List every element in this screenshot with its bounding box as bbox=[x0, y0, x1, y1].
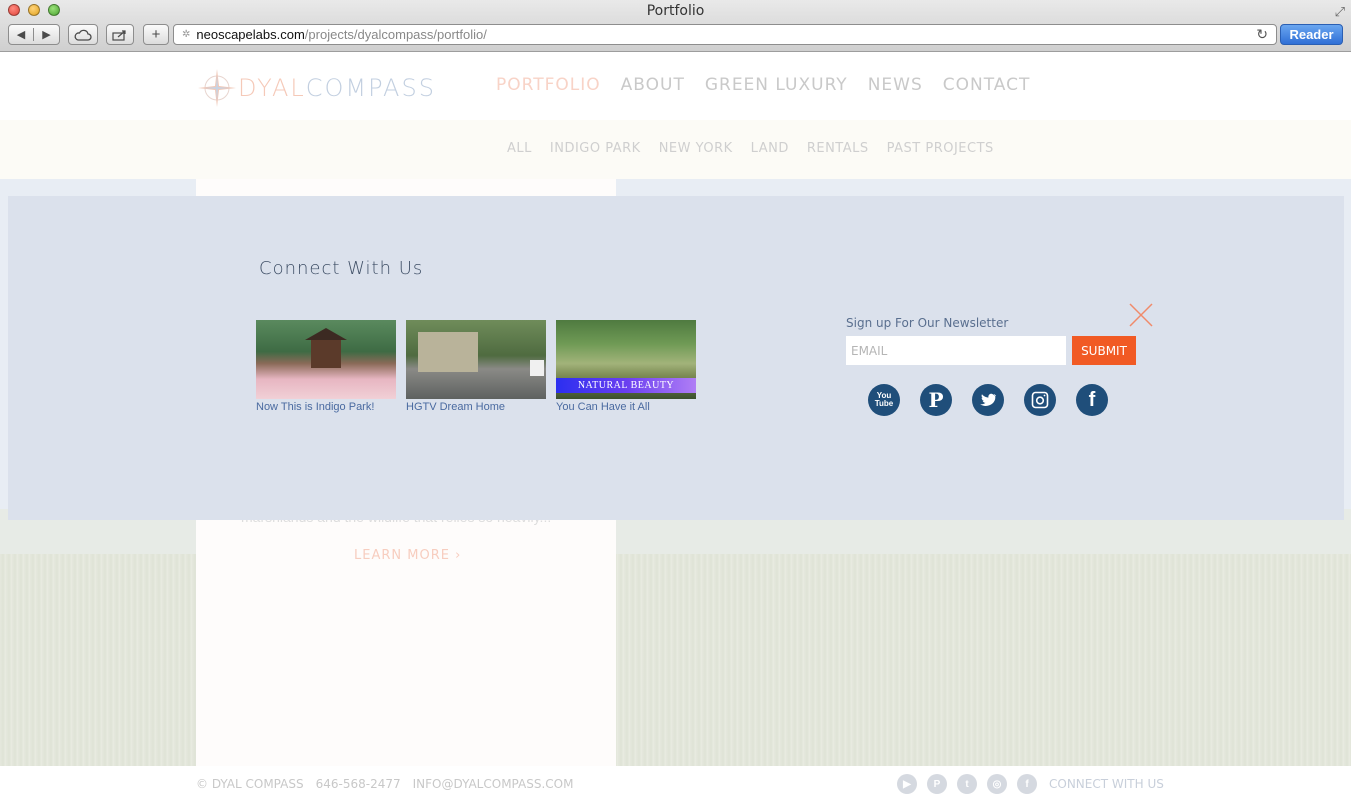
submit-button[interactable]: SUBMIT bbox=[1072, 336, 1136, 365]
share-button[interactable] bbox=[106, 24, 134, 45]
filter-indigo-park[interactable]: INDIGO PARK bbox=[550, 141, 641, 156]
reader-button[interactable]: Reader bbox=[1280, 24, 1343, 45]
url-path: /projects/dyalcompass/portfolio/ bbox=[304, 27, 487, 42]
footer-instagram-icon[interactable]: ◎ bbox=[987, 774, 1007, 794]
video-list: Now This is Indigo Park! HGTV Dream Home… bbox=[256, 320, 696, 413]
video-caption[interactable]: Now This is Indigo Park! bbox=[256, 401, 396, 413]
reload-icon[interactable]: ↻ bbox=[1256, 26, 1268, 43]
nav-news[interactable]: NEWS bbox=[868, 75, 923, 95]
video-thumbnail[interactable]: NATURAL BEAUTY bbox=[556, 320, 696, 399]
url-host: neoscapelabs.com bbox=[196, 27, 305, 42]
filter-rentals[interactable]: RENTALS bbox=[807, 141, 869, 156]
portfolio-filter-bar: ALL INDIGO PARK NEW YORK LAND RENTALS PA… bbox=[0, 120, 1351, 179]
main-nav: PORTFOLIO ABOUT GREEN LUXURY NEWS CONTAC… bbox=[496, 75, 1030, 95]
filter-new-york[interactable]: NEW YORK bbox=[659, 141, 733, 156]
footer-copyright: © DYAL COMPASS bbox=[196, 777, 304, 791]
footer-email[interactable]: INFO@DYALCOMPASS.COM bbox=[413, 777, 574, 791]
logo-text-dyal: DYAL bbox=[238, 74, 306, 102]
video-item[interactable]: HGTV Dream Home bbox=[406, 320, 546, 413]
site-footer: © DYAL COMPASS 646-568-2477 INFO@DYALCOM… bbox=[0, 766, 1351, 802]
video-thumbnail[interactable] bbox=[406, 320, 546, 399]
social-links: You Tube P f bbox=[868, 384, 1108, 416]
footer-facebook-icon[interactable]: f bbox=[1017, 774, 1037, 794]
portfolio-filter-nav: ALL INDIGO PARK NEW YORK LAND RENTALS PA… bbox=[507, 141, 994, 156]
newsletter-form: Sign up For Our Newsletter SUBMIT bbox=[846, 316, 1136, 365]
nav-about[interactable]: ABOUT bbox=[621, 75, 685, 95]
video-thumbnail[interactable] bbox=[256, 320, 396, 399]
favicon-icon: ✲ bbox=[182, 29, 191, 40]
logo-text-compass: COMPASS bbox=[305, 74, 436, 102]
browser-chrome: Portfolio ⤢ ◀ ▶ + ✲ neoscapelabs.com /pr… bbox=[0, 0, 1351, 52]
back-icon[interactable]: ◀ bbox=[9, 28, 35, 41]
connect-with-us-link[interactable]: CONNECT WITH US bbox=[1049, 777, 1164, 791]
forward-icon[interactable]: ▶ bbox=[34, 28, 59, 41]
connect-modal: Connect With Us Now This is Indigo Park!… bbox=[8, 196, 1344, 520]
footer-youtube-icon[interactable]: ▶ bbox=[897, 774, 917, 794]
nav-contact[interactable]: CONTACT bbox=[943, 75, 1031, 95]
footer-pinterest-icon[interactable]: P bbox=[927, 774, 947, 794]
address-bar[interactable]: ✲ neoscapelabs.com /projects/dyalcompass… bbox=[173, 24, 1277, 45]
email-field[interactable] bbox=[846, 336, 1066, 365]
youtube-icon[interactable]: You Tube bbox=[868, 384, 900, 416]
back-forward-buttons: ◀ ▶ bbox=[8, 24, 60, 45]
window-title: Portfolio bbox=[646, 3, 705, 19]
video-item[interactable]: NATURAL BEAUTY You Can Have it All bbox=[556, 320, 696, 413]
share-icon bbox=[112, 29, 126, 41]
twitter-icon[interactable] bbox=[972, 384, 1004, 416]
filter-past-projects[interactable]: PAST PROJECTS bbox=[887, 141, 994, 156]
video-caption[interactable]: You Can Have it All bbox=[556, 401, 696, 413]
newsletter-label: Sign up For Our Newsletter bbox=[846, 316, 1009, 330]
nav-portfolio[interactable]: PORTFOLIO bbox=[496, 75, 601, 95]
modal-heading: Connect With Us bbox=[259, 258, 424, 279]
site-header: DYALCOMPASS PORTFOLIO ABOUT GREEN LUXURY… bbox=[0, 53, 1351, 120]
new-tab-button[interactable]: + bbox=[143, 24, 169, 45]
footer-social: ▶ P t ◎ f CONNECT WITH US bbox=[897, 774, 1164, 794]
compass-icon bbox=[198, 69, 236, 107]
video-item[interactable]: Now This is Indigo Park! bbox=[256, 320, 396, 413]
instagram-icon[interactable] bbox=[1024, 384, 1056, 416]
nav-green-luxury[interactable]: GREEN LUXURY bbox=[705, 75, 848, 95]
fullscreen-icon[interactable]: ⤢ bbox=[1335, 4, 1345, 20]
icloud-tabs-button[interactable] bbox=[68, 24, 98, 45]
filter-land[interactable]: LAND bbox=[751, 141, 789, 156]
cloud-icon bbox=[74, 29, 92, 41]
video-banner-text: NATURAL BEAUTY bbox=[556, 378, 696, 393]
filter-all[interactable]: ALL bbox=[507, 141, 532, 156]
site-logo[interactable]: DYALCOMPASS bbox=[196, 67, 436, 109]
pinterest-icon[interactable]: P bbox=[920, 384, 952, 416]
facebook-icon[interactable]: f bbox=[1076, 384, 1108, 416]
footer-phone[interactable]: 646-568-2477 bbox=[316, 777, 401, 791]
footer-contact: © DYAL COMPASS 646-568-2477 INFO@DYALCOM… bbox=[196, 777, 573, 791]
learn-more-link[interactable]: LEARN MORE › bbox=[354, 548, 461, 563]
video-caption[interactable]: HGTV Dream Home bbox=[406, 401, 546, 413]
footer-twitter-icon[interactable]: t bbox=[957, 774, 977, 794]
